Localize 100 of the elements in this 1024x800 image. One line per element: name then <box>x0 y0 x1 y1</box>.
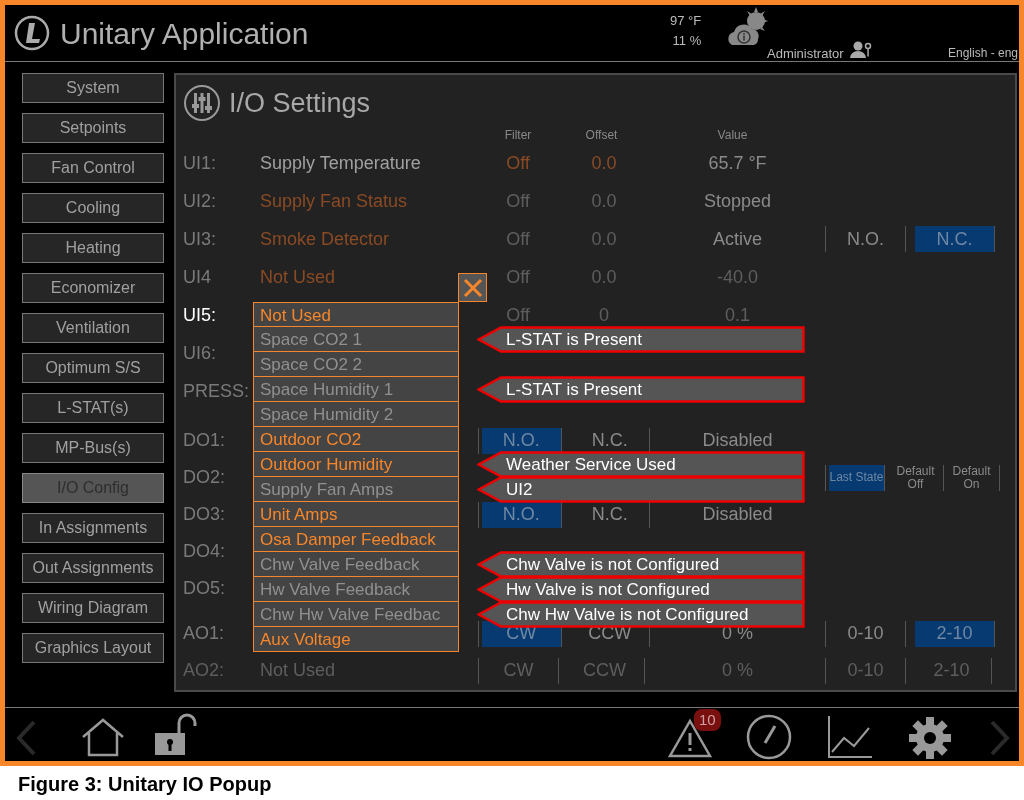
offset-value[interactable]: 0.0 <box>591 190 617 211</box>
dropdown-option[interactable]: Outdoor Humidity <box>253 452 459 477</box>
callout-tooltip: L-STAT is Present <box>477 326 805 353</box>
dropdown-option[interactable]: Space CO2 1 <box>253 327 459 352</box>
sidebar-item[interactable]: L-STAT(s) <box>22 393 164 423</box>
toggle-option[interactable]: N.O. <box>482 501 562 528</box>
sidebar-item[interactable]: System <box>22 73 164 103</box>
sidebar-item[interactable]: Cooling <box>22 193 164 223</box>
toggle-option[interactable]: 0-10 <box>826 620 906 647</box>
dropdown-option[interactable]: Chw Valve Feedback <box>253 552 459 577</box>
channel-label: AO1: <box>183 622 226 645</box>
sidebar-item[interactable]: Fan Control <box>22 153 164 183</box>
offset-value[interactable]: 0.0 <box>591 228 617 249</box>
toggle-option[interactable]: Default On <box>944 464 1000 491</box>
close-icon <box>462 277 483 298</box>
line-chart-icon[interactable] <box>826 714 874 760</box>
toggle-option[interactable]: 2-10 <box>915 620 995 647</box>
sidebar-item[interactable]: Setpoints <box>22 113 164 143</box>
filter-value[interactable]: Off <box>506 152 530 173</box>
panel-title: I/O Settings <box>229 86 371 120</box>
outdoor-humidity: 11 % <box>672 32 702 50</box>
app-title: Unitary Application <box>60 15 309 52</box>
user-name: Administrator <box>767 45 844 63</box>
reading-value: 0 % <box>722 660 753 680</box>
input-assignment[interactable]: Not Used <box>260 266 336 287</box>
outdoor-temperature: 97 °F <box>670 12 702 30</box>
offset-value[interactable]: 0.0 <box>591 266 617 287</box>
dropdown-option[interactable]: Supply Fan Amps <box>253 477 459 502</box>
sidebar-item[interactable]: MP-Bus(s) <box>22 433 164 463</box>
dropdown-option[interactable]: Space CO2 2 <box>253 352 459 377</box>
filter-value[interactable]: Off <box>506 266 530 287</box>
channel-label: UI4 <box>183 265 212 289</box>
toggle-option[interactable]: Last State <box>829 464 885 491</box>
reading-value: 0.1 <box>725 304 750 325</box>
sidebar-item[interactable]: Wiring Diagram <box>22 593 164 623</box>
channel-label: UI3: <box>183 227 217 251</box>
channel-label: DO1: <box>183 429 226 452</box>
language-selector[interactable]: English - eng <box>948 44 1019 62</box>
sliders-icon <box>183 84 221 122</box>
channel-label: DO3: <box>183 503 226 526</box>
reading-value: 65.7 °F <box>708 152 767 173</box>
reading-value: Active <box>713 228 762 249</box>
column-header: Value <box>717 128 748 142</box>
dropdown-option[interactable]: Space Humidity 1 <box>253 377 459 402</box>
offset-value[interactable]: 0 <box>599 304 609 325</box>
logo-icon <box>14 15 50 51</box>
channel-label: DO5: <box>183 577 226 600</box>
offset-value[interactable]: 0.0 <box>591 152 617 173</box>
dropdown-option[interactable]: Unit Amps <box>253 502 459 527</box>
toggle-option[interactable]: N.O. <box>482 427 562 454</box>
filter-value[interactable]: Off <box>506 190 530 211</box>
sidebar-item[interactable]: Optimum S/S <box>22 353 164 383</box>
callout-tooltip: Weather Service Used <box>477 451 805 478</box>
dropdown-option[interactable]: Aux Voltage <box>253 627 459 652</box>
callout-tooltip: Hw Valve is not Configured <box>477 576 805 603</box>
sidebar-item[interactable]: In Assignments <box>22 513 164 543</box>
channel-label: UI2: <box>183 189 217 213</box>
settings-icon[interactable] <box>908 716 952 760</box>
reading-value: -40.0 <box>717 266 758 287</box>
input-assignment[interactable]: Smoke Detector <box>260 228 390 249</box>
input-assignment[interactable]: Supply Fan Status <box>260 190 408 211</box>
user-key-icon <box>850 41 872 58</box>
channel-label: DO2: <box>183 466 226 489</box>
dropdown-option[interactable]: Outdoor CO2 <box>253 427 459 452</box>
filter-value[interactable]: Off <box>506 228 530 249</box>
sidebar-item[interactable]: Ventilation <box>22 313 164 343</box>
channel-label: UI5: <box>183 303 217 327</box>
sidebar-item[interactable]: Out Assignments <box>22 553 164 583</box>
input-assignment[interactable]: Supply Temperature <box>260 152 421 173</box>
channel-label: UI1: <box>183 151 217 175</box>
sidebar-item[interactable]: Economizer <box>22 273 164 303</box>
callout-tooltip: UI2 <box>477 476 805 503</box>
toggle-option[interactable]: N.C. <box>915 226 995 252</box>
channel-label: AO2: <box>183 659 226 682</box>
dropdown-option[interactable]: Chw Hw Valve Feedbac <box>253 602 459 627</box>
sidebar-item[interactable]: Heating <box>22 233 164 263</box>
dropdown-option[interactable]: Hw Valve Feedback <box>253 577 459 602</box>
figure-caption: Figure 3: Unitary IO Popup <box>18 772 273 797</box>
reading-value: Stopped <box>703 190 772 211</box>
sidebar-item[interactable]: Graphics Layout <box>22 633 164 663</box>
channel-label: UI6: <box>183 341 217 365</box>
toggle-option[interactable]: N.O. <box>826 226 906 252</box>
alarm-count-badge: 10 <box>694 709 721 731</box>
filter-value[interactable]: Off <box>506 304 530 325</box>
reading-value: Disabled <box>702 504 773 524</box>
callout-tooltip: Chw Valve is not Configured <box>477 551 805 578</box>
dropdown-option[interactable]: Space Humidity 2 <box>253 402 459 427</box>
channel-label: PRESS: <box>183 379 251 403</box>
column-header: Offset <box>585 128 618 142</box>
toggle-option[interactable]: Default Off <box>888 464 944 491</box>
channel-label: DO4: <box>183 540 226 563</box>
reading-value: Disabled <box>702 430 773 450</box>
dropdown-option[interactable]: Osa Damper Feedback <box>253 527 459 552</box>
close-button[interactable] <box>458 273 487 302</box>
home-icon[interactable] <box>80 717 126 757</box>
dropdown-option[interactable]: Not Used <box>253 302 459 327</box>
gauge-icon[interactable] <box>745 714 793 760</box>
callout-tooltip: L-STAT is Present <box>477 376 805 403</box>
column-header: Filter <box>504 128 532 142</box>
callout-tooltip: Chw Hw Valve is not Configured <box>477 601 805 628</box>
